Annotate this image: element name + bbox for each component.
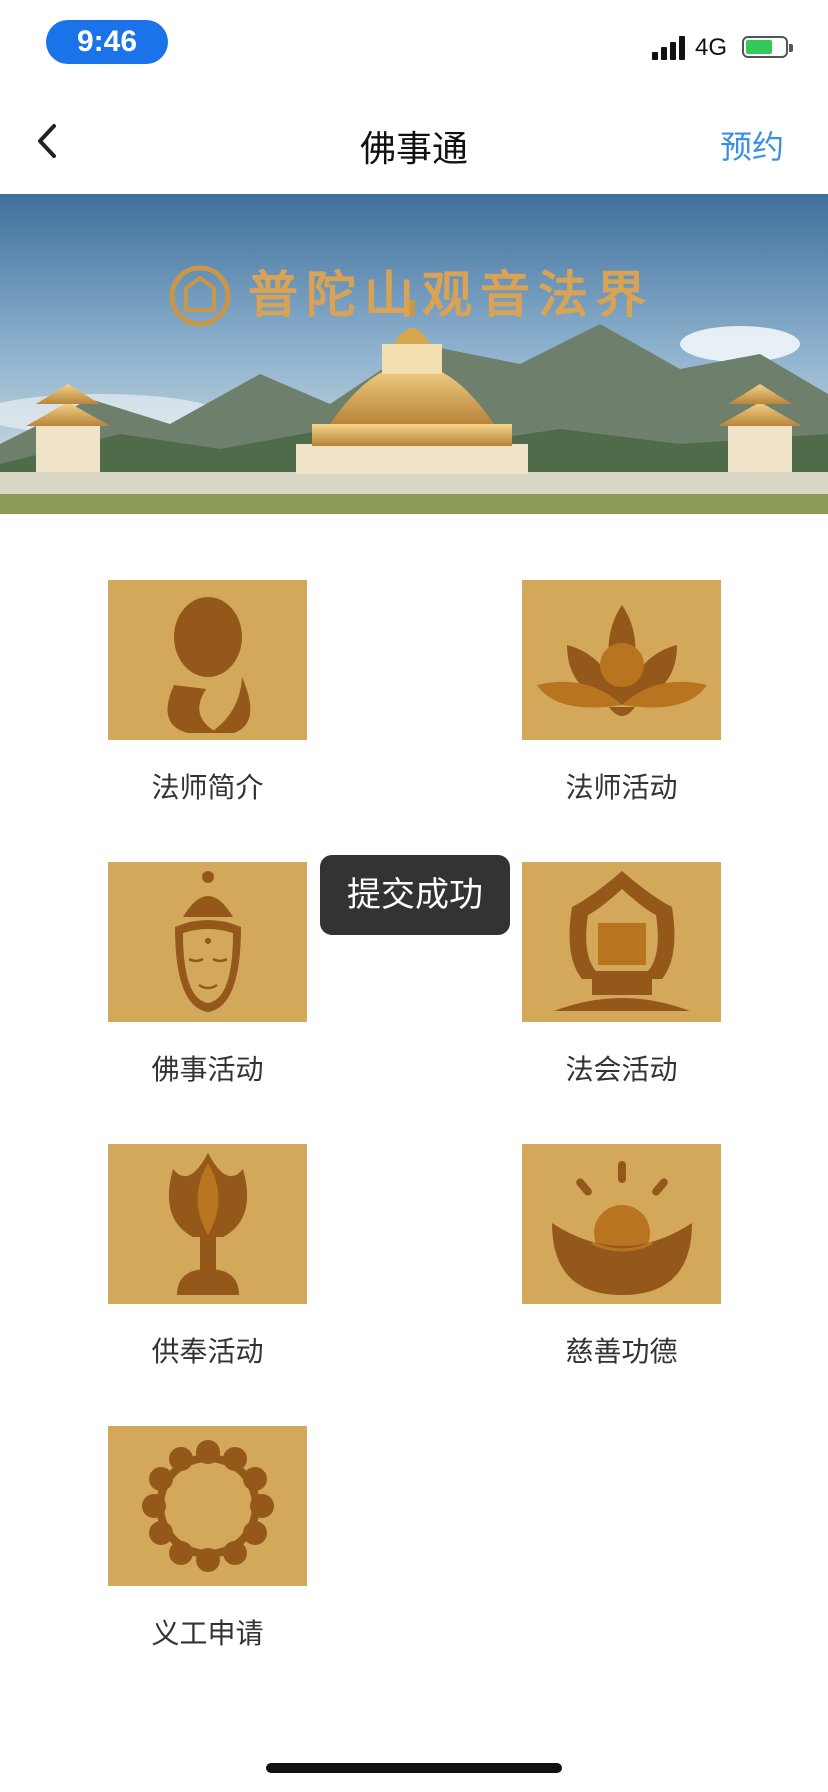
- menu-item-label: 法师活动: [565, 771, 678, 804]
- lotus-icon: [536, 605, 707, 716]
- network-label: 4G: [695, 34, 728, 61]
- gold-ingot-icon: [551, 1161, 692, 1295]
- reserve-button[interactable]: 预约: [720, 122, 784, 168]
- navigation-bar: 佛事通 预约: [0, 90, 828, 195]
- menu-item-charity-merit[interactable]: 慈善功德: [522, 1144, 721, 1370]
- status-bar: 9:46 4G: [0, 0, 828, 90]
- toast-message: 提交成功: [320, 855, 510, 935]
- status-time: 9:46: [46, 20, 168, 64]
- monk-icon: [167, 597, 250, 733]
- menu-item-label: 义工申请: [151, 1617, 264, 1650]
- menu-item-dharma-assembly[interactable]: 法会活动: [522, 862, 721, 1088]
- buddha-head-icon: [174, 871, 241, 1012]
- banner-title: 普陀山观音法界: [248, 267, 654, 323]
- page-title: 佛事通: [359, 129, 468, 170]
- menu-item-master-activities[interactable]: 法师活动: [522, 580, 721, 806]
- menu-item-volunteer-application[interactable]: 义工申请: [108, 1426, 307, 1652]
- shrine-icon: [553, 871, 690, 1011]
- menu-item-buddhist-services[interactable]: 佛事活动: [108, 862, 307, 1088]
- menu-item-label: 慈善功德: [565, 1335, 678, 1368]
- signal-icon: [652, 36, 686, 60]
- lotus-lamp-icon: [168, 1153, 247, 1295]
- menu-item-label: 供奉活动: [151, 1335, 264, 1368]
- menu-item-offering-activities[interactable]: 供奉活动: [108, 1144, 307, 1370]
- menu-item-label: 佛事活动: [151, 1053, 264, 1086]
- banner-image: 普陀山观音法界: [0, 194, 828, 514]
- battery-icon: [742, 36, 793, 58]
- prayer-beads-icon: [141, 1440, 274, 1572]
- menu-item-master-intro[interactable]: 法师简介: [108, 580, 307, 806]
- home-indicator: [266, 1763, 562, 1773]
- menu-item-label: 法师简介: [151, 771, 264, 804]
- menu-item-label: 法会活动: [565, 1053, 678, 1086]
